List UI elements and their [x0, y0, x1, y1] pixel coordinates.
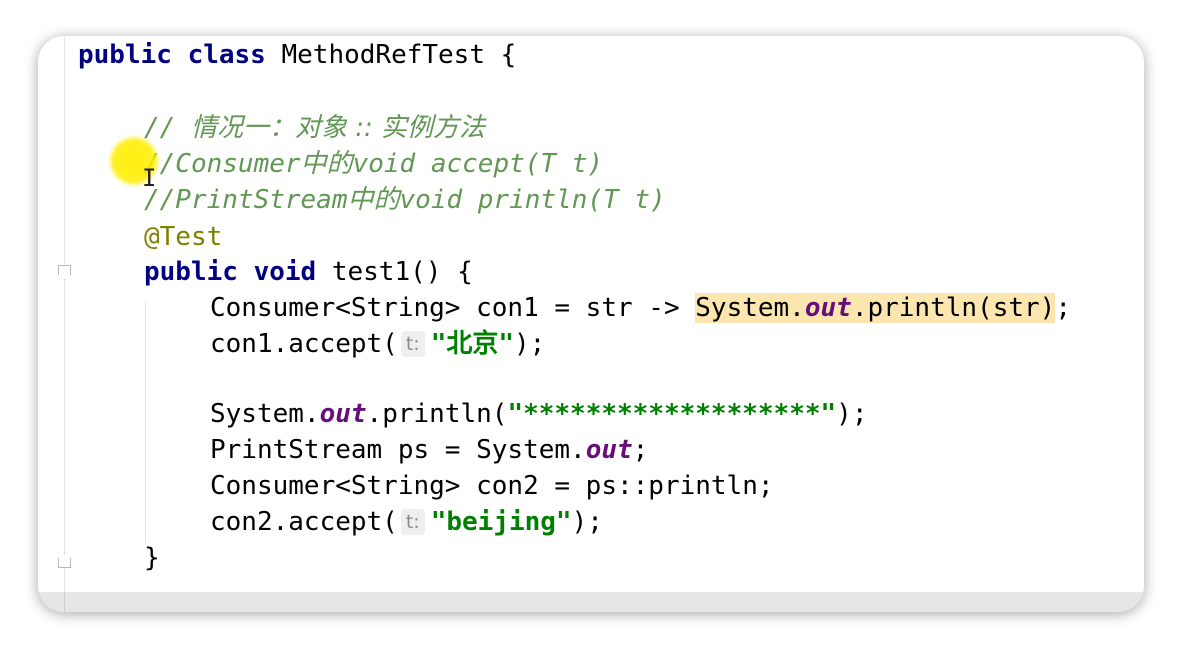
code-line[interactable]: con2.accept(t: "beijing");: [210, 505, 603, 539]
code-token: );: [836, 399, 868, 429]
highlighted-token: .println(str): [851, 293, 1056, 323]
code-token: .println(: [366, 399, 508, 429]
code-token: MethodRefTest {: [281, 40, 517, 70]
text-cursor-icon: I: [142, 164, 157, 192]
code-token: );: [571, 507, 603, 537]
comment-token: //PrintStream: [144, 185, 348, 215]
code-line[interactable]: }: [144, 541, 160, 575]
code-token: Consumer<String> con2 = ps::println;: [210, 471, 774, 501]
code-token: ;: [632, 435, 649, 465]
code-line[interactable]: public class MethodRefTest {: [78, 38, 516, 72]
code-line[interactable]: con1.accept(t: "北京");: [210, 327, 545, 361]
code-token: Consumer<String> con1 = str ->: [210, 293, 696, 323]
editor-gutter: [64, 36, 65, 612]
annotation-token: @Test: [144, 222, 223, 252]
code-line[interactable]: Consumer<String> con2 = ps::println;: [210, 469, 774, 503]
comment-token: 情况一：对象 :: 实例方法: [190, 113, 486, 143]
field-token: out: [585, 435, 633, 465]
string-token: "北京": [430, 329, 515, 359]
comment-token: 中的: [347, 185, 400, 215]
code-line[interactable]: Consumer<String> con1 = str -> System.ou…: [210, 291, 1071, 325]
code-token: con1.accept(: [210, 329, 398, 359]
code-line[interactable]: //PrintStream中的void println(T t): [144, 183, 666, 217]
code-token: );: [514, 329, 546, 359]
comment-token: //Consumer: [144, 149, 301, 179]
fold-end-icon[interactable]: [58, 553, 71, 568]
code-token: test1() {: [331, 257, 473, 287]
code-line[interactable]: PrintStream ps = System.out;: [210, 433, 648, 467]
comment-token: //: [144, 113, 191, 143]
string-token: "*******************": [507, 399, 837, 429]
highlighted-token: System.: [695, 293, 805, 323]
keyword-token: public class: [78, 40, 282, 70]
param-hint: t:: [400, 331, 425, 357]
code-editor[interactable]: public class MethodRefTest {// 情况一：对象 ::…: [38, 36, 1144, 612]
code-line[interactable]: System.out.println("*******************"…: [210, 397, 867, 431]
code-line[interactable]: // 情况一：对象 :: 实例方法: [144, 111, 485, 145]
code-token: ;: [1055, 293, 1071, 323]
code-token: con2.accept(: [210, 507, 398, 537]
field-token: out: [319, 399, 367, 429]
code-line[interactable]: @Test: [144, 220, 222, 254]
field-token: out: [804, 293, 852, 323]
indent-guide: [145, 301, 146, 543]
comment-token: 中的: [300, 149, 353, 179]
param-hint: t:: [400, 509, 425, 535]
code-token: }: [144, 543, 160, 573]
comment-token: void println(T t): [399, 185, 666, 215]
code-token: System.: [210, 399, 320, 429]
code-line[interactable]: //Consumer中的void accept(T t): [144, 147, 603, 181]
comment-token: void accept(T t): [352, 149, 604, 179]
string-token: "beijing": [430, 507, 572, 537]
code-line[interactable]: public void test1() {: [144, 255, 473, 289]
horizontal-scrollbar[interactable]: [38, 592, 1144, 612]
keyword-token: public void: [144, 257, 332, 287]
code-token: PrintStream ps = System.: [210, 435, 586, 465]
fold-method-icon[interactable]: [58, 265, 71, 280]
